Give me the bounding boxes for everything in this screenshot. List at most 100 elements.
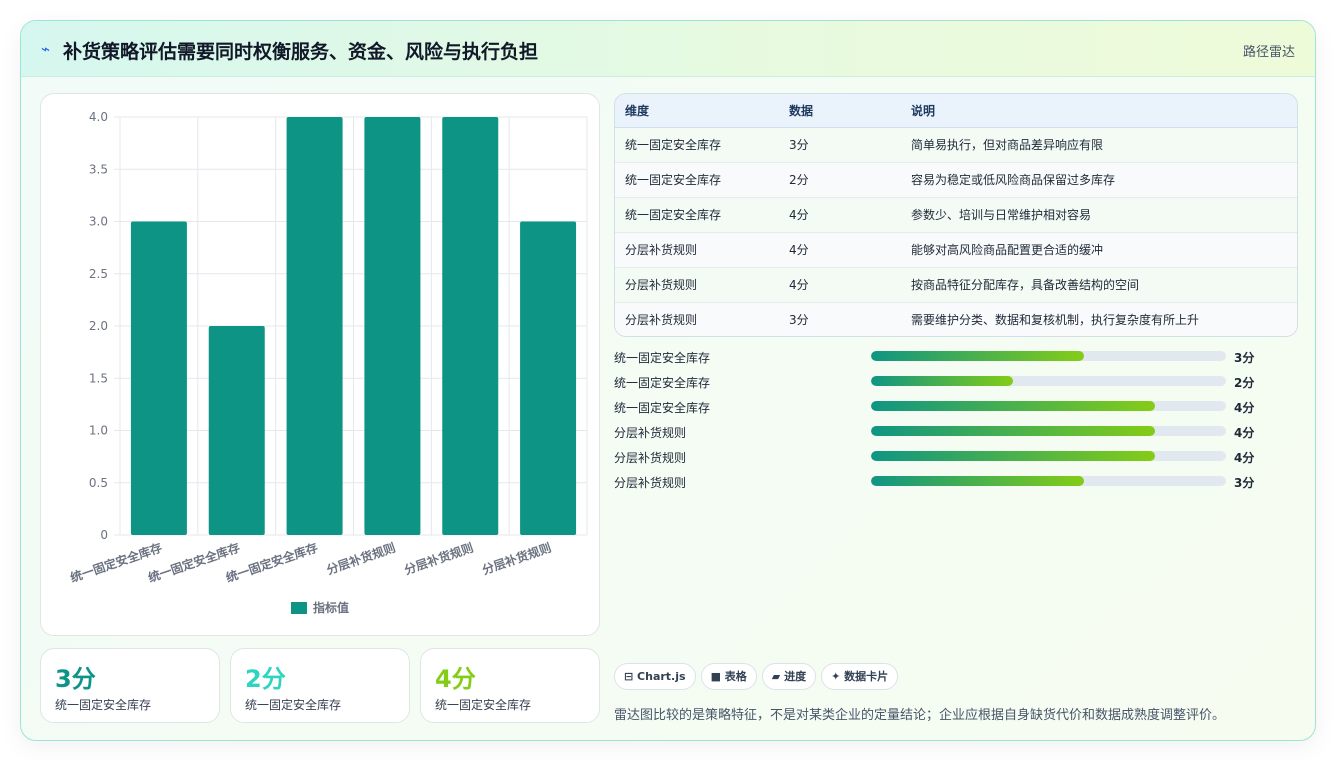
progress-track bbox=[871, 401, 1226, 411]
header-bar: ⌁ 补货策略评估需要同时权衡服务、资金、风险与执行负担 路径雷达 bbox=[21, 21, 1315, 77]
table-cell: 4分 bbox=[779, 232, 901, 268]
progress-label: 统一固定安全库存 bbox=[614, 401, 711, 415]
x-tick-label: 分层补货规则 bbox=[402, 540, 475, 578]
progress-fill bbox=[871, 376, 1013, 386]
table-icon: ■ bbox=[710, 670, 725, 683]
table-cell: 分层补货规则 bbox=[615, 267, 779, 303]
chart-icon: ⊟ bbox=[624, 670, 638, 683]
progress-value: 2分 bbox=[1234, 376, 1255, 390]
chip-table[interactable]: ■ 表格 bbox=[700, 663, 757, 690]
stat-value: 2分 bbox=[245, 665, 286, 693]
progress-label: 统一固定安全库存 bbox=[614, 351, 711, 365]
y-tick-label: 1.0 bbox=[89, 424, 108, 438]
stat-value: 4分 bbox=[435, 665, 476, 693]
table-row: 分层补货规则 4分 能够对高风险商品配置更合适的缓冲 bbox=[615, 232, 1297, 268]
y-tick-label: 0.5 bbox=[89, 476, 108, 490]
progress-label: 分层补货规则 bbox=[614, 476, 687, 490]
chip-label: 进度 bbox=[784, 670, 807, 683]
column-header: 数据 bbox=[779, 94, 901, 128]
progress-value: 3分 bbox=[1234, 351, 1255, 365]
chip-chart[interactable]: ⊟ Chart.js bbox=[614, 663, 696, 690]
progress-track bbox=[871, 476, 1226, 486]
header-tag: 路径雷达 bbox=[1242, 45, 1295, 60]
table-cell: 3分 bbox=[779, 127, 901, 163]
table-cell: 统一固定安全库存 bbox=[615, 127, 779, 163]
progress-track bbox=[871, 376, 1226, 386]
bar bbox=[364, 117, 421, 535]
lightning-icon: ⌁ bbox=[41, 40, 51, 58]
progress-label: 统一固定安全库存 bbox=[614, 376, 711, 390]
progress-value: 3分 bbox=[1234, 476, 1255, 490]
legend-label: 指标值 bbox=[313, 600, 349, 615]
x-tick-label: 分层补货规则 bbox=[480, 540, 553, 578]
table-row: 分层补货规则 3分 需要维护分类、数据和复核机制，执行复杂度有所上升 bbox=[615, 302, 1297, 336]
table-cell: 统一固定安全库存 bbox=[615, 162, 779, 198]
bar-chart-svg: 00.51.01.52.02.53.03.54.0统一固定安全库存统一固定安全库… bbox=[68, 110, 588, 615]
progress-value: 4分 bbox=[1234, 451, 1255, 465]
table-cell: 容易为稳定或低风险商品保留过多库存 bbox=[901, 162, 1297, 198]
progress-row: 分层补货规则 4分 bbox=[614, 446, 1298, 471]
bar bbox=[520, 221, 577, 535]
chip-label: 数据卡片 bbox=[844, 670, 889, 683]
table-cell: 简单易执行，但对商品差异响应有限 bbox=[901, 127, 1297, 163]
progress-list: 统一固定安全库存 3分 统一固定安全库存 2分 统一固定安全库存 4分 分层补货规则 4分 分层… bbox=[614, 346, 1298, 496]
progress-fill bbox=[871, 451, 1155, 461]
x-tick-label: 分层补货规则 bbox=[324, 540, 397, 578]
y-tick-label: 3.0 bbox=[89, 215, 108, 229]
table-cell: 分层补货规则 bbox=[615, 302, 779, 336]
table-cell: 4分 bbox=[779, 267, 901, 303]
stat-label: 统一固定安全库存 bbox=[245, 698, 342, 712]
sparkle-icon: ✦ bbox=[831, 670, 845, 683]
chip-label: Chart.js bbox=[637, 670, 686, 683]
stat-label: 统一固定安全库存 bbox=[435, 698, 532, 712]
table-cell: 能够对高风险商品配置更合适的缓冲 bbox=[901, 232, 1297, 268]
bar-chart: 0 0.5 1.0 1.5 2.0 2.5 3.0 3.5 4.0 统一固定安全库存 统一固定安全库… bbox=[40, 93, 600, 636]
chip-sparkle[interactable]: ✦ 数据卡片 bbox=[821, 663, 899, 690]
stat-value: 3分 bbox=[55, 665, 96, 693]
progress-row: 统一固定安全库存 2分 bbox=[614, 371, 1298, 396]
stat-card-3: 4分 统一固定安全库存 bbox=[420, 648, 600, 723]
progress-fill bbox=[871, 476, 1084, 486]
progress-row: 分层补货规则 3分 bbox=[614, 471, 1298, 496]
table-cell: 参数少、培训与日常维护相对容易 bbox=[901, 197, 1297, 233]
y-tick-label: 3.5 bbox=[89, 162, 108, 176]
chip-progress[interactable]: ▰ 进度 bbox=[761, 663, 817, 690]
table-row: 分层补货规则 4分 按商品特征分配库存，具备改善结构的空间 bbox=[615, 267, 1297, 303]
progress-icon: ▰ bbox=[771, 670, 785, 683]
y-tick-label: 2.5 bbox=[89, 267, 108, 281]
table-cell: 统一固定安全库存 bbox=[615, 197, 779, 233]
y-tick-label: 0 bbox=[100, 528, 108, 542]
bar bbox=[208, 326, 265, 535]
progress-track bbox=[871, 451, 1226, 461]
table-cell: 按商品特征分配库存，具备改善结构的空间 bbox=[901, 267, 1297, 303]
legend-swatch bbox=[291, 602, 307, 614]
chip-label: 表格 bbox=[724, 670, 747, 683]
progress-row: 分层补货规则 4分 bbox=[614, 421, 1298, 446]
dashboard-card: ⌁ 补货策略评估需要同时权衡服务、资金、风险与执行负担 路径雷达 0 0.5 1.0… bbox=[20, 20, 1316, 741]
chip-row: ⊟ Chart.js ■ 表格 ▰ 进度 ✦ 数据卡片 bbox=[614, 663, 903, 690]
table-row: 统一固定安全库存 3分 简单易执行，但对商品差异响应有限 bbox=[615, 127, 1297, 163]
y-tick-label: 4.0 bbox=[89, 110, 108, 124]
stat-label: 统一固定安全库存 bbox=[55, 698, 152, 712]
progress-label: 分层补货规则 bbox=[614, 426, 687, 440]
bar bbox=[442, 117, 499, 535]
data-table: 维度 数据 说明 统一固定安全库存 3分 简单易执行，但对商品差异响应有限 统一… bbox=[614, 93, 1298, 337]
table-cell: 3分 bbox=[779, 302, 901, 336]
table-cell: 2分 bbox=[779, 162, 901, 198]
y-tick-label: 1.5 bbox=[89, 371, 108, 385]
stat-card-1: 3分 统一固定安全库存 bbox=[40, 648, 220, 723]
y-tick-label: 2.0 bbox=[89, 319, 108, 333]
table-row: 统一固定安全库存 4分 参数少、培训与日常维护相对容易 bbox=[615, 197, 1297, 233]
column-header: 说明 bbox=[901, 94, 1297, 128]
progress-fill bbox=[871, 401, 1155, 411]
column-header: 维度 bbox=[615, 94, 779, 128]
page-title: 补货策略评估需要同时权衡服务、资金、风险与执行负担 bbox=[63, 41, 539, 63]
progress-row: 统一固定安全库存 3分 bbox=[614, 346, 1298, 371]
progress-fill bbox=[871, 351, 1084, 361]
stat-card-2: 2分 统一固定安全库存 bbox=[230, 648, 410, 723]
bar bbox=[286, 117, 343, 535]
bar bbox=[130, 221, 187, 535]
footnote: 雷达图比较的是策略特征，不是对某类企业的定量结论；企业应根据自身缺货代价和数据成… bbox=[614, 708, 1226, 723]
progress-track bbox=[871, 426, 1226, 436]
progress-value: 4分 bbox=[1234, 426, 1255, 440]
